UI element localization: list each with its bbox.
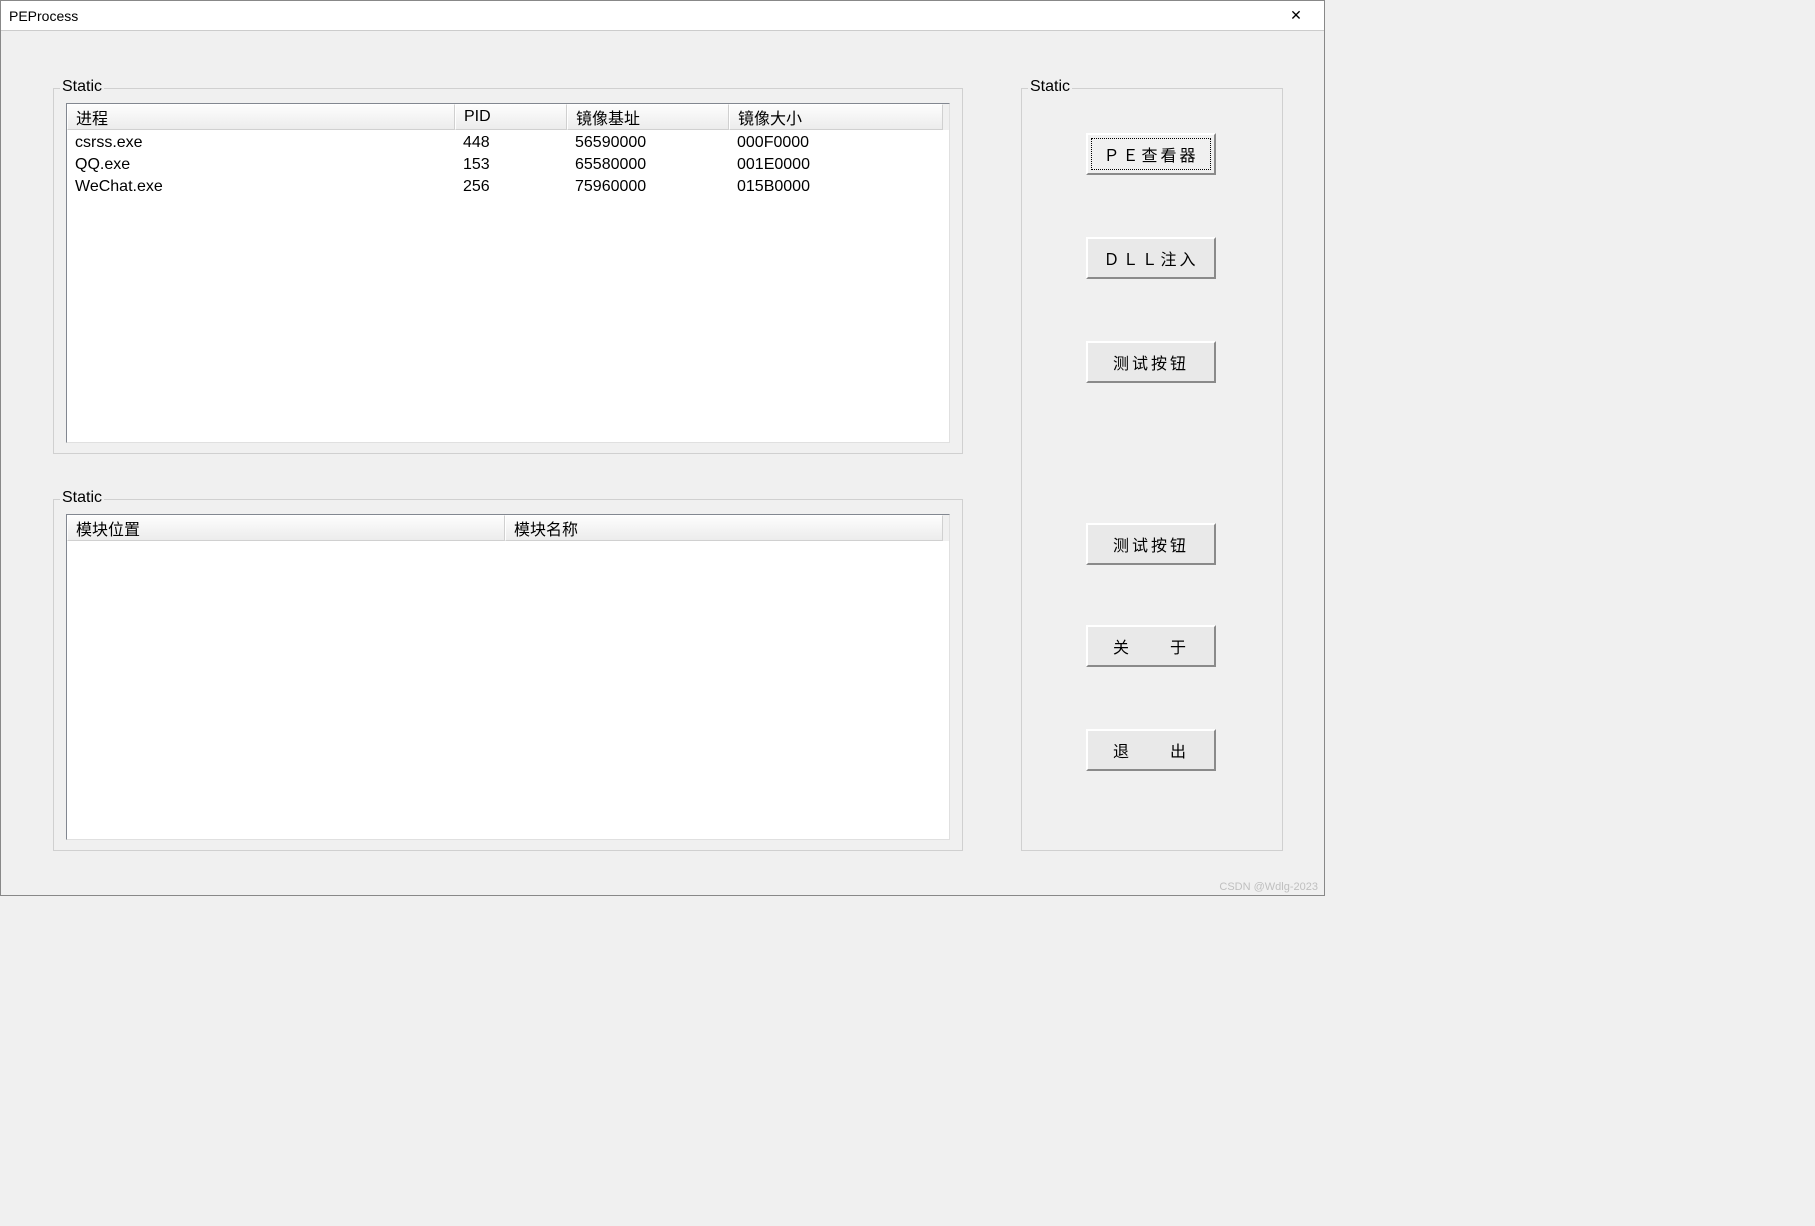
process-cell: WeChat.exe [67, 176, 455, 198]
watermark: CSDN @Wdlg-2023 [1219, 881, 1318, 893]
test-button-1[interactable]: 测试按钮 [1086, 341, 1216, 383]
process-cell: 001E0000 [729, 154, 943, 176]
pe-viewer-button[interactable]: ＰＥ查看器 [1086, 133, 1216, 175]
process-cell: 75960000 [567, 176, 729, 198]
dll-inject-button[interactable]: ＤＬＬ注入 [1086, 237, 1216, 279]
module-groupbox: Static 模块位置模块名称 [53, 499, 963, 851]
process-cell: 256 [455, 176, 567, 198]
close-icon[interactable]: ✕ [1276, 2, 1316, 30]
exit-button[interactable]: 退 出 [1086, 729, 1216, 771]
module-col-header[interactable]: 模块位置 [67, 515, 505, 541]
process-group-label: Static [60, 78, 104, 96]
process-col-header[interactable]: 镜像基址 [567, 104, 729, 130]
process-groupbox: Static 进程PID镜像基址镜像大小 csrss.exe4485659000… [53, 88, 963, 454]
test-button-2[interactable]: 测试按钮 [1086, 523, 1216, 565]
process-col-header[interactable]: PID [455, 104, 567, 130]
process-row[interactable]: csrss.exe44856590000000F0000 [67, 132, 949, 154]
module-col-header[interactable]: 模块名称 [505, 515, 943, 541]
titlebar[interactable]: PEProcess ✕ [1, 1, 1324, 31]
module-listview[interactable]: 模块位置模块名称 [66, 514, 950, 840]
process-cell: 448 [455, 132, 567, 154]
about-button[interactable]: 关 于 [1086, 625, 1216, 667]
process-cell: 015B0000 [729, 176, 943, 198]
module-list-body [67, 541, 949, 543]
client-area: Static 进程PID镜像基址镜像大小 csrss.exe4485659000… [1, 31, 1324, 895]
window-title: PEProcess [9, 8, 1276, 24]
process-listview[interactable]: 进程PID镜像基址镜像大小 csrss.exe44856590000000F00… [66, 103, 950, 443]
buttons-groupbox: Static ＰＥ查看器 ＤＬＬ注入 测试按钮 测试按钮 关 于 退 出 [1021, 88, 1283, 851]
process-list-header: 进程PID镜像基址镜像大小 [67, 104, 949, 130]
process-col-header[interactable]: 镜像大小 [729, 104, 943, 130]
process-cell: 56590000 [567, 132, 729, 154]
process-col-header[interactable]: 进程 [67, 104, 455, 130]
process-list-body: csrss.exe44856590000000F0000QQ.exe153655… [67, 130, 949, 198]
module-group-label: Static [60, 489, 104, 507]
module-list-header: 模块位置模块名称 [67, 515, 949, 541]
process-cell: csrss.exe [67, 132, 455, 154]
process-cell: 65580000 [567, 154, 729, 176]
process-row[interactable]: WeChat.exe25675960000015B0000 [67, 176, 949, 198]
buttons-group-label: Static [1028, 78, 1072, 96]
process-cell: QQ.exe [67, 154, 455, 176]
process-cell: 153 [455, 154, 567, 176]
process-row[interactable]: QQ.exe15365580000001E0000 [67, 154, 949, 176]
app-window: PEProcess ✕ Static 进程PID镜像基址镜像大小 csrss.e… [0, 0, 1325, 896]
process-cell: 000F0000 [729, 132, 943, 154]
